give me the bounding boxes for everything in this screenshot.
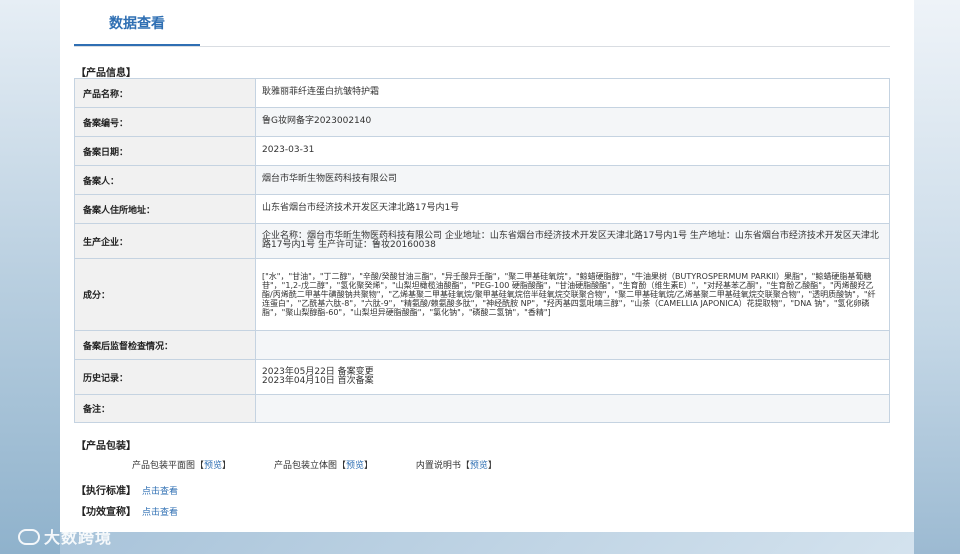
row-label: 历史记录： <box>74 359 256 395</box>
table-row: 备案编号： 鲁G妆网备字2023002140 <box>74 107 890 137</box>
row-label: 备案后监督检查情况： <box>74 330 256 360</box>
watermark-text: 大数跨境 <box>44 528 113 547</box>
table-row: 产品名称： 耿雅丽菲纤连蛋白抗皱特护霜 <box>74 78 890 108</box>
bracket-open: 【 <box>195 461 205 471</box>
preview-link[interactable]: 预览 <box>204 458 222 471</box>
row-value: 企业名称：烟台市华昕生物医药科技有限公司 企业地址：山东省烟台市经济技术开发区天… <box>255 223 890 259</box>
packaging-list: 产品包装平面图【预览】 产品包装立体图【预览】 内置说明书【预览】 <box>132 458 537 471</box>
packaging-item: 产品包装平面图【预览】 <box>132 458 231 471</box>
row-label: 备注： <box>74 394 256 423</box>
main-panel: 数据查看 【产品信息】 产品名称： 耿雅丽菲纤连蛋白抗皱特护霜 备案编号： 鲁G… <box>60 0 914 532</box>
packaging-item-name: 内置说明书 <box>415 461 461 471</box>
tab-data-view[interactable]: 数据查看 <box>74 0 200 46</box>
efficacy-line: 【功效宣称】 点击查看 <box>76 503 178 518</box>
row-label: 备案日期： <box>74 136 256 166</box>
row-value <box>255 330 890 360</box>
row-label: 备案人住所地址： <box>74 194 256 224</box>
table-row: 备案人： 烟台市华昕生物医药科技有限公司 <box>74 165 890 195</box>
table-row: 备案后监督检查情况： <box>74 330 890 360</box>
table-row: 备案人住所地址： 山东省烟台市经济技术开发区天津北路17号内1号 <box>74 194 890 224</box>
watermark: 大数跨境 <box>18 524 112 548</box>
row-value: ["水"，"甘油"，"丁二醇"，"辛酸/癸酸甘油三酯"，"异壬酸异壬酯"，"聚二… <box>255 258 890 331</box>
row-label: 备案人： <box>74 165 256 195</box>
efficacy-title: 【功效宣称】 <box>76 507 136 518</box>
table-row: 备注： <box>74 394 890 423</box>
efficacy-link[interactable]: 点击查看 <box>142 508 178 518</box>
row-value: 烟台市华昕生物医药科技有限公司 <box>255 165 890 195</box>
table-row: 成分： ["水"，"甘油"，"丁二醇"，"辛酸/癸酸甘油三酯"，"异壬酸异壬酯"… <box>74 258 890 331</box>
preview-link[interactable]: 预览 <box>346 458 364 471</box>
table-row: 备案日期： 2023-03-31 <box>74 136 890 166</box>
product-info-table: 产品名称： 耿雅丽菲纤连蛋白抗皱特护霜 备案编号： 鲁G妆网备字20230021… <box>74 78 890 423</box>
bracket-close: 】 <box>487 461 497 471</box>
row-value: 山东省烟台市经济技术开发区天津北路17号内1号 <box>255 194 890 224</box>
packaging-item-name: 产品包装立体图 <box>273 461 337 471</box>
row-label: 生产企业： <box>74 223 256 259</box>
row-label: 备案编号： <box>74 107 256 137</box>
background-glass-left <box>0 0 60 554</box>
packaging-title: 【产品包装】 <box>76 441 136 452</box>
table-row: 历史记录： 2023年05月22日 备案变更 2023年04月10日 首次备案 <box>74 359 890 395</box>
product-info-title: 【产品信息】 <box>76 68 136 79</box>
packaging-item-name: 产品包装平面图 <box>132 461 196 471</box>
packaging-item: 产品包装立体图【预览】 <box>274 458 373 471</box>
preview-link[interactable]: 预览 <box>470 458 488 471</box>
tab-bar: 数据查看 <box>74 0 890 47</box>
row-label: 成分： <box>74 258 256 331</box>
standard-title: 【执行标准】 <box>76 486 136 497</box>
row-label: 产品名称： <box>74 78 256 108</box>
bracket-close: 】 <box>363 461 373 471</box>
row-value: 2023年05月22日 备案变更 2023年04月10日 首次备案 <box>255 359 890 395</box>
bracket-open: 【 <box>336 461 346 471</box>
table-row: 生产企业： 企业名称：烟台市华昕生物医药科技有限公司 企业地址：山东省烟台市经济… <box>74 223 890 259</box>
background-glass-right <box>914 0 960 554</box>
bracket-close: 】 <box>222 461 232 471</box>
bracket-open: 【 <box>460 461 470 471</box>
row-value: 耿雅丽菲纤连蛋白抗皱特护霜 <box>255 78 890 108</box>
row-value <box>255 394 890 423</box>
standard-line: 【执行标准】 点击查看 <box>76 482 178 497</box>
watermark-logo-icon <box>18 529 40 545</box>
packaging-item: 内置说明书【预览】 <box>416 458 497 471</box>
standard-link[interactable]: 点击查看 <box>142 487 178 497</box>
row-value: 鲁G妆网备字2023002140 <box>255 107 890 137</box>
row-value: 2023-03-31 <box>255 136 890 166</box>
